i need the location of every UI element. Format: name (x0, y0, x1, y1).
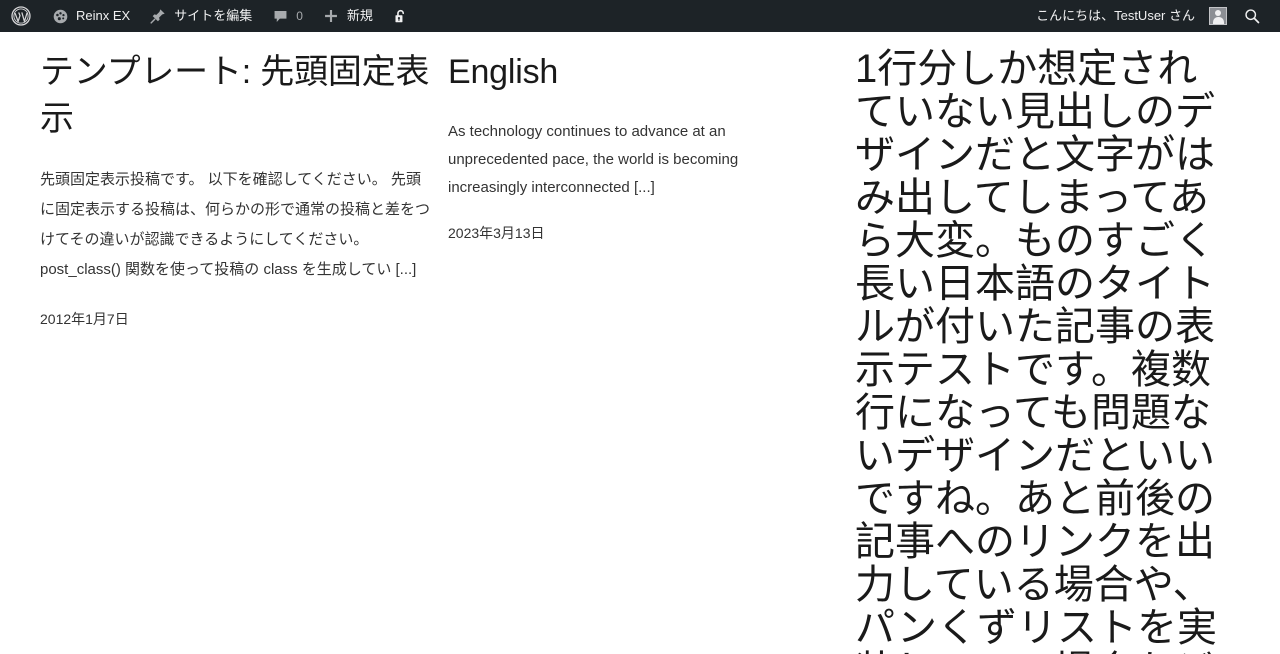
admin-bar-edit-site[interactable]: サイトを編集 (139, 0, 261, 32)
search-icon (1242, 6, 1262, 26)
admin-bar-comments[interactable]: 0 (261, 0, 312, 32)
admin-bar-site-name[interactable]: Reinx EX (41, 0, 139, 32)
admin-bar-right-group: こんにちは、TestUser さん (1027, 0, 1280, 32)
admin-bar-wordpress-logo[interactable] (0, 0, 41, 32)
admin-bar-search[interactable] (1236, 0, 1272, 32)
comment-bubble-icon (270, 6, 290, 26)
admin-bar-left-group: Reinx EX サイトを編集 0 新規 (0, 0, 420, 32)
post-date[interactable]: 2012年1月7日 (40, 285, 430, 329)
admin-bar-lock-status[interactable] (382, 0, 420, 32)
posts-grid: テンプレート: 先頭固定表示 先頭固定表示投稿です。 以下を確認してください。 … (0, 32, 1280, 654)
dashboard-icon (50, 6, 70, 26)
post-date[interactable]: 2023年3月13日 (448, 202, 798, 243)
post-title-link[interactable]: English (448, 32, 798, 96)
site-name-label: Reinx EX (76, 8, 131, 23)
avatar (1209, 7, 1227, 25)
wordpress-icon (11, 6, 31, 26)
comments-count: 0 (296, 9, 303, 23)
post-excerpt: As technology continues to advance at an… (448, 123, 739, 196)
wp-admin-bar: Reinx EX サイトを編集 0 新規 こんにちは、TestUser さん (0, 0, 1280, 32)
post-card: 1行分しか想定されていない見出しのデザインだと文字がはみ出してしまってあら大変。… (855, 32, 1217, 654)
plus-icon (321, 6, 341, 26)
post-title-link[interactable]: 1行分しか想定されていない見出しのデザインだと文字がはみ出してしまってあら大変。… (855, 32, 1217, 654)
post-card: テンプレート: 先頭固定表示 先頭固定表示投稿です。 以下を確認してください。 … (40, 32, 430, 329)
admin-bar-new-content[interactable]: 新規 (312, 0, 382, 32)
post-excerpt: 先頭固定表示投稿です。 以下を確認してください。 先頭に固定表示する投稿は、何ら… (40, 171, 431, 278)
new-content-label: 新規 (346, 8, 373, 23)
post-title-link[interactable]: テンプレート: 先頭固定表示 (40, 32, 430, 143)
admin-bar-my-account[interactable]: こんにちは、TestUser さん (1027, 0, 1236, 32)
pushpin-icon (148, 6, 168, 26)
greeting-label: こんにちは、TestUser さん (1036, 8, 1195, 23)
unlocked-padlock-icon (391, 6, 411, 26)
post-card: English As technology continues to advan… (448, 32, 798, 243)
edit-site-label: サイトを編集 (174, 8, 253, 23)
